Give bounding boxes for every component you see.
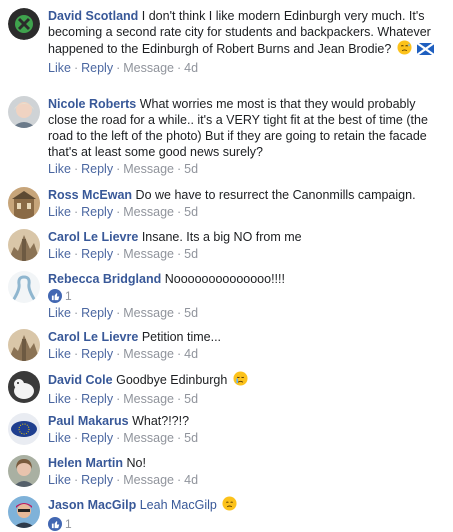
comment-author[interactable]: David Scotland bbox=[48, 9, 138, 23]
message-link[interactable]: Message bbox=[123, 473, 174, 487]
reply-link[interactable]: Reply bbox=[81, 473, 113, 487]
comment-actions: Like · Reply · Message · 4d bbox=[48, 61, 199, 75]
like-link[interactable]: Like bbox=[48, 205, 71, 219]
message-link[interactable]: Message bbox=[123, 205, 174, 219]
message-link[interactable]: Message bbox=[123, 247, 174, 261]
comment-author[interactable]: David Cole bbox=[48, 373, 113, 387]
timestamp[interactable]: 5d bbox=[184, 247, 198, 261]
comment-text: Goodbye Edinburgh bbox=[116, 373, 228, 387]
reply-link[interactable]: Reply bbox=[81, 306, 113, 320]
comment-actions: Like · Reply · Message · 5d bbox=[48, 162, 199, 176]
reply-link[interactable]: Reply bbox=[81, 431, 113, 445]
like-link[interactable]: Like bbox=[48, 431, 71, 445]
avatar[interactable] bbox=[8, 329, 40, 361]
like-link[interactable]: Like bbox=[48, 392, 71, 406]
disappointed-face-emoji bbox=[222, 496, 237, 515]
reply-link[interactable]: Reply bbox=[81, 347, 113, 361]
reply-link[interactable]: Reply bbox=[81, 162, 113, 176]
message-link[interactable]: Message bbox=[123, 162, 174, 176]
message-link[interactable]: Message bbox=[123, 431, 174, 445]
avatar[interactable] bbox=[8, 496, 40, 528]
avatar[interactable] bbox=[8, 271, 40, 303]
comment-text: Noooooooooooooo!!!! bbox=[164, 272, 285, 286]
timestamp[interactable]: 4d bbox=[184, 473, 198, 487]
comment-text: Do we have to resurrect the Canonmills c… bbox=[135, 188, 416, 202]
comment-actions: Like · Reply · Message · 4d bbox=[48, 347, 199, 361]
avatar[interactable] bbox=[8, 371, 40, 403]
comment-text: Insane. Its a big NO from me bbox=[141, 230, 302, 244]
message-link[interactable]: Message bbox=[123, 392, 174, 406]
comment-author[interactable]: Nicole Roberts bbox=[48, 97, 136, 111]
timestamp[interactable]: 5d bbox=[184, 392, 198, 406]
reaction-summary[interactable]: 1 bbox=[48, 288, 445, 304]
comment-author[interactable]: Carol Le Lievre bbox=[48, 230, 138, 244]
comment-author[interactable]: Helen Martin bbox=[48, 456, 123, 470]
avatar[interactable] bbox=[8, 8, 40, 40]
like-link[interactable]: Like bbox=[48, 162, 71, 176]
message-link[interactable]: Message bbox=[123, 306, 174, 320]
comment-actions: Like · Reply · Message · 5d bbox=[48, 392, 199, 406]
comment-text: Petition time... bbox=[141, 330, 222, 344]
timestamp[interactable]: 5d bbox=[184, 162, 198, 176]
like-link[interactable]: Like bbox=[48, 61, 71, 75]
like-link[interactable]: Like bbox=[48, 247, 71, 261]
scotland-flag-icon bbox=[416, 42, 435, 59]
comment-thread: David Scotland I don't think I like mode… bbox=[0, 0, 453, 532]
comment-author[interactable]: Jason MacGilp bbox=[48, 498, 136, 512]
disappointed-relieved-emoji bbox=[397, 40, 412, 59]
like-link[interactable]: Like bbox=[48, 347, 71, 361]
reply-link[interactable]: Reply bbox=[81, 61, 113, 75]
timestamp[interactable]: 5d bbox=[184, 205, 198, 219]
reply-link[interactable]: Reply bbox=[81, 247, 113, 261]
message-link[interactable]: Message bbox=[123, 347, 174, 361]
avatar[interactable] bbox=[8, 229, 40, 261]
comment-actions: Like · Reply · Message · 5d bbox=[48, 205, 199, 219]
comment-actions: Like · Reply · Message · 4d bbox=[48, 473, 199, 487]
message-link[interactable]: Message bbox=[123, 61, 174, 75]
comment-text: No! bbox=[126, 456, 146, 470]
reply-link[interactable]: Reply bbox=[81, 205, 113, 219]
comment-actions: Like · Reply · Message · 5d bbox=[48, 247, 199, 261]
avatar[interactable] bbox=[8, 96, 40, 128]
comment-author[interactable]: Carol Le Lievre bbox=[48, 330, 138, 344]
comment-author[interactable]: Ross McEwan bbox=[48, 188, 132, 202]
avatar[interactable] bbox=[8, 413, 40, 445]
comment-author[interactable]: Rebecca Bridgland bbox=[48, 272, 161, 286]
thumbs-up-icon bbox=[48, 289, 62, 303]
avatar[interactable] bbox=[8, 455, 40, 487]
like-link[interactable]: Like bbox=[48, 306, 71, 320]
tagged-user-link[interactable]: Leah MacGilp bbox=[140, 498, 217, 512]
crying-face-emoji bbox=[233, 371, 248, 390]
timestamp[interactable]: 5d bbox=[184, 306, 198, 320]
avatar[interactable] bbox=[8, 187, 40, 219]
comment-actions: Like · Reply · Message · 5d bbox=[48, 431, 199, 445]
reply-link[interactable]: Reply bbox=[81, 392, 113, 406]
timestamp[interactable]: 4d bbox=[184, 61, 198, 75]
reaction-summary[interactable]: 1 bbox=[48, 516, 445, 532]
reaction-count: 1 bbox=[65, 289, 72, 303]
comment-text: What?!?!? bbox=[132, 414, 190, 428]
reaction-count: 1 bbox=[65, 517, 72, 531]
timestamp[interactable]: 4d bbox=[184, 347, 198, 361]
comment-author[interactable]: Paul Makarus bbox=[48, 414, 129, 428]
comment-actions: Like · Reply · Message · 5d bbox=[48, 306, 199, 320]
like-link[interactable]: Like bbox=[48, 473, 71, 487]
timestamp[interactable]: 5d bbox=[184, 431, 198, 445]
